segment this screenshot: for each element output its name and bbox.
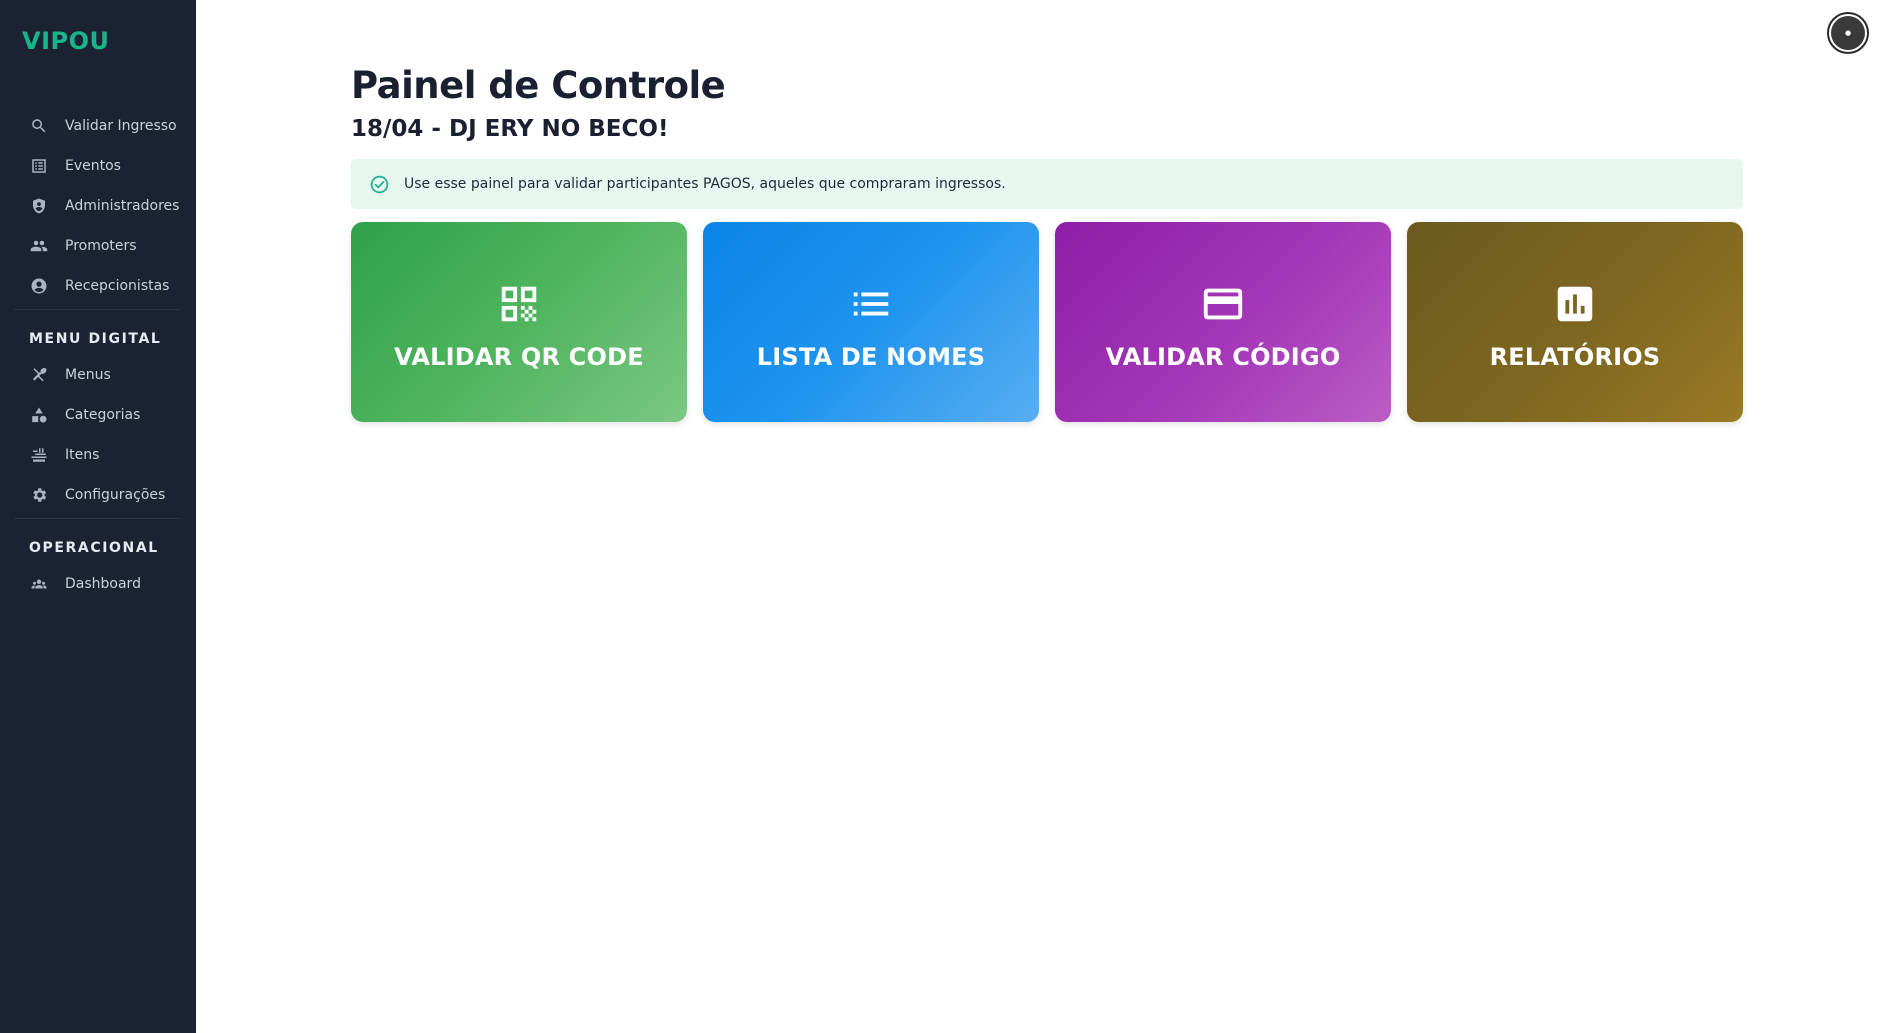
relatorios-card[interactable]: RELATÓRIOS [1407,222,1743,422]
card-label: RELATÓRIOS [1489,343,1661,371]
people-icon [29,236,49,256]
action-cards: VALIDAR QR CODE LISTA DE NOMES VALIDAR C… [351,222,1743,422]
sidebar-item-label: Administradores [65,198,180,214]
sidebar-divider [14,518,180,519]
sidebar-item-label: Dashboard [65,576,141,592]
lista-de-nomes-card[interactable]: LISTA DE NOMES [703,222,1039,422]
validar-codigo-card[interactable]: VALIDAR CÓDIGO [1055,222,1391,422]
search-icon [29,116,49,136]
sidebar-item-configuracoes[interactable]: Configurações [0,475,196,515]
section-title-menu-digital: MENU DIGITAL [29,331,162,347]
gear-icon [29,485,49,505]
card-label: VALIDAR CÓDIGO [1105,343,1341,371]
sidebar-item-itens[interactable]: Itens [0,435,196,475]
avatar-logo-icon: ● [1831,16,1865,50]
avatar[interactable]: ● [1827,12,1869,54]
list-bullets-icon [853,292,889,316]
sidebar-item-label: Promoters [65,238,137,254]
section-title-operacional: OPERACIONAL [29,540,159,556]
account-circle-icon [29,276,49,296]
food-tray-icon [29,445,49,465]
sidebar-item-label: Itens [65,447,100,463]
card-label: VALIDAR QR CODE [394,343,644,371]
nav-menu-digital: Menus Categorias Itens Configurações [0,355,196,515]
admin-shield-icon [29,196,49,216]
nav-operacional: Dashboard [0,564,196,604]
sidebar: VIPOU Validar Ingresso Eventos Administr… [0,0,196,1033]
nav-main: Validar Ingresso Eventos Administradores… [0,106,196,306]
shapes-icon [29,405,49,425]
app-root: VIPOU Validar Ingresso Eventos Administr… [0,0,1895,1033]
sidebar-item-promoters[interactable]: Promoters [0,226,196,266]
credit-card-icon [1203,288,1243,320]
bar-chart-icon [1557,286,1593,322]
card-label: LISTA DE NOMES [756,343,986,371]
sidebar-item-label: Eventos [65,158,121,174]
sidebar-item-label: Categorias [65,407,141,423]
sidebar-item-menus[interactable]: Menus [0,355,196,395]
sidebar-item-recepcionistas[interactable]: Recepcionistas [0,266,196,306]
sidebar-item-label: Recepcionistas [65,278,170,294]
groups-icon [29,574,49,594]
sidebar-item-administradores[interactable]: Administradores [0,186,196,226]
page-title: Painel de Controle [351,64,726,107]
sidebar-item-label: Configurações [65,487,166,503]
brand-logo[interactable]: VIPOU [22,27,109,55]
info-alert: Use esse painel para validar participant… [351,159,1743,209]
sidebar-item-eventos[interactable]: Eventos [0,146,196,186]
sidebar-item-categorias[interactable]: Categorias [0,395,196,435]
list-icon [29,156,49,176]
qr-code-icon [501,286,537,322]
alert-text: Use esse painel para validar participant… [404,176,1006,192]
utensils-icon [29,365,49,385]
check-circle-icon [370,175,389,193]
event-title: 18/04 - DJ ERY NO BECO! [351,116,669,142]
sidebar-item-label: Menus [65,367,111,383]
sidebar-item-validar-ingresso[interactable]: Validar Ingresso [0,106,196,146]
sidebar-item-label: Validar Ingresso [65,118,177,134]
main-content: Painel de Controle 18/04 - DJ ERY NO BEC… [196,0,1895,1033]
validar-qr-code-card[interactable]: VALIDAR QR CODE [351,222,687,422]
sidebar-divider [14,309,180,310]
sidebar-item-dashboard[interactable]: Dashboard [0,564,196,604]
